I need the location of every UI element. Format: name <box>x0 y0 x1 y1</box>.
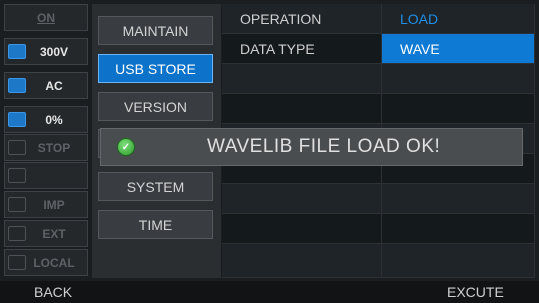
data-type-value[interactable]: WAVE <box>382 34 535 64</box>
status-column: ON 300V AC 0% STOP IMP EXT LOCAL <box>4 4 88 278</box>
menu-usb-store-button[interactable]: USB STORE <box>98 54 213 83</box>
ac-mode-indicator: AC <box>4 72 88 99</box>
empty-cell <box>382 94 535 124</box>
stop-icon <box>8 140 26 155</box>
table-row <box>222 64 535 94</box>
empty-cell <box>222 94 382 124</box>
ac-wave-icon <box>8 78 26 93</box>
table-row <box>222 94 535 124</box>
popup-message: WAVELIB FILE LOAD OK! <box>207 136 441 157</box>
menu-maintain-button[interactable]: MAINTAIN <box>98 16 213 45</box>
table-row[interactable]: DATA TYPE WAVE <box>222 34 535 64</box>
empty-cell <box>382 184 535 214</box>
softkey-bar: BACK EXCUTE <box>0 281 539 303</box>
check-circle-icon: ✓ <box>117 138 135 156</box>
output-on-indicator[interactable]: ON <box>4 4 88 31</box>
operation-label: OPERATION <box>222 4 382 34</box>
table-row <box>222 184 535 214</box>
table-row[interactable]: OPERATION LOAD <box>222 4 535 34</box>
table-row <box>222 214 535 244</box>
percent-label: 0% <box>45 112 63 127</box>
imp-icon <box>8 197 26 212</box>
ext-label: EXT <box>42 226 66 241</box>
empty-cell <box>222 244 382 278</box>
voltage-range-indicator: 300V <box>4 38 88 65</box>
empty-cell <box>382 214 535 244</box>
menu-system-button[interactable]: SYSTEM <box>98 172 213 201</box>
voltage-range-label: 300V <box>39 44 69 59</box>
battery-icon <box>8 112 26 127</box>
empty-cell <box>222 64 382 94</box>
ext-indicator: EXT <box>4 220 88 247</box>
ext-icon <box>8 226 26 241</box>
empty-cell <box>222 214 382 244</box>
table-row <box>222 244 535 278</box>
menu-time-button[interactable]: TIME <box>98 210 213 239</box>
empty-cell <box>382 64 535 94</box>
output-on-label: ON <box>37 10 55 25</box>
local-indicator: LOCAL <box>4 249 88 276</box>
imp-label: IMP <box>43 197 65 212</box>
network-indicator <box>4 162 88 189</box>
execute-softkey[interactable]: EXCUTE <box>447 284 504 300</box>
data-type-label: DATA TYPE <box>222 34 382 64</box>
stop-label: STOP <box>37 140 71 155</box>
empty-cell <box>222 184 382 214</box>
percent-indicator: 0% <box>4 106 88 133</box>
local-label: LOCAL <box>33 255 75 270</box>
stop-indicator: STOP <box>4 134 88 161</box>
network-icon <box>8 168 26 183</box>
operation-value[interactable]: LOAD <box>382 4 535 34</box>
empty-cell <box>382 244 535 278</box>
local-icon <box>8 255 26 270</box>
device-screen: ON 300V AC 0% STOP IMP EXT LOCAL MAINTAI… <box>0 0 539 303</box>
ac-mode-label: AC <box>45 78 63 93</box>
load-ok-popup: ✓ WAVELIB FILE LOAD OK! <box>100 128 523 166</box>
imp-indicator: IMP <box>4 191 88 218</box>
voltage-range-icon <box>8 44 26 59</box>
menu-version-button[interactable]: VERSION <box>98 92 213 121</box>
back-softkey[interactable]: BACK <box>34 284 72 300</box>
